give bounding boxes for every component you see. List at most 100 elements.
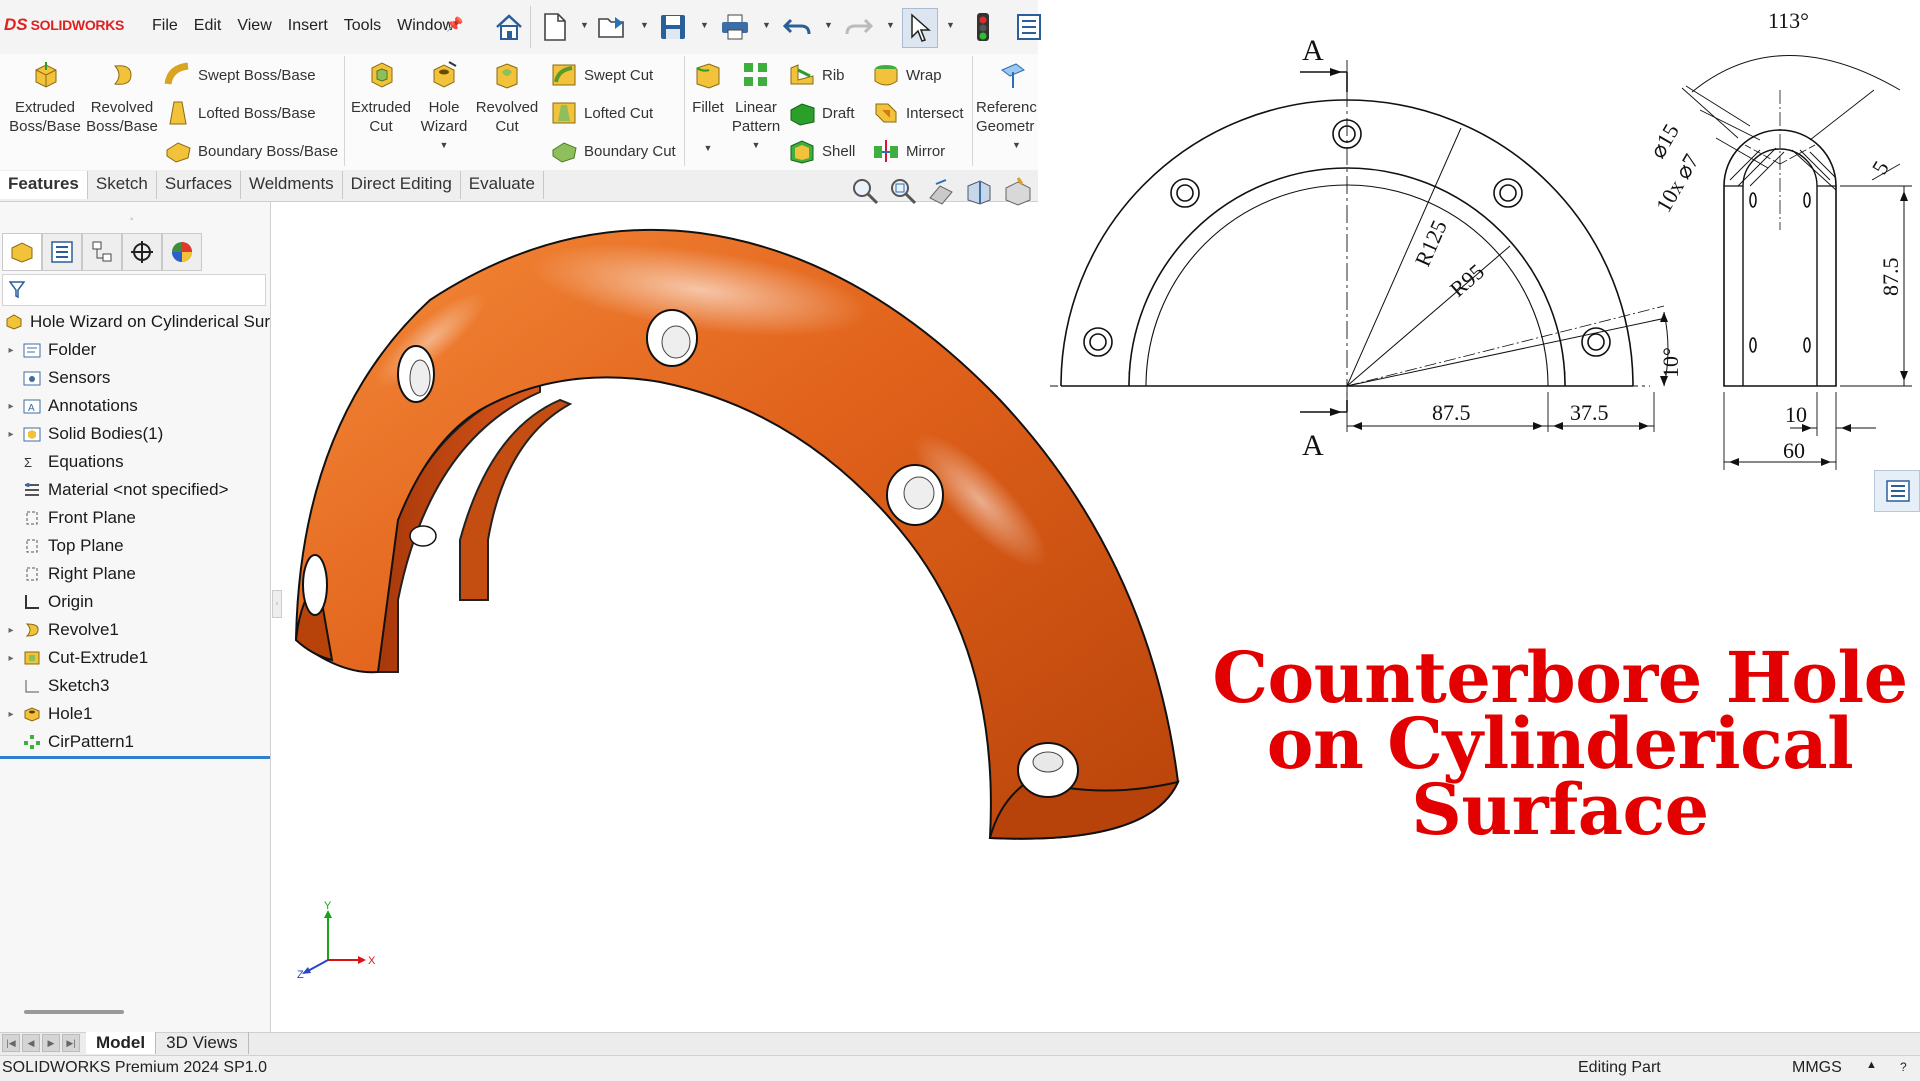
tab-model[interactable]: Model — [86, 1032, 157, 1054]
tree-item[interactable]: ▸ A Annotations — [0, 392, 270, 420]
tree-item[interactable]: Material <not specified> — [0, 476, 270, 504]
tab-3d-views[interactable]: 3D Views — [156, 1032, 249, 1054]
extruded-boss-button[interactable]: Extruded Boss/Base — [6, 60, 84, 136]
next-tab-icon[interactable]: ▶ — [42, 1034, 60, 1052]
tree-item[interactable]: Sketch3 — [0, 672, 270, 700]
last-tab-icon[interactable]: ▶| — [62, 1034, 80, 1052]
feature-manager-tab-icon[interactable] — [2, 233, 42, 271]
previous-view-icon[interactable] — [926, 176, 958, 208]
open-folder-icon[interactable] — [596, 8, 630, 46]
hole-wizard-button[interactable]: Hole Wizard ▼ — [414, 60, 474, 155]
menu-tools[interactable]: Tools — [336, 17, 389, 35]
tab-features[interactable]: Features — [0, 171, 88, 199]
menu-file[interactable]: File — [144, 17, 186, 35]
chevron-down-icon[interactable]: ▼ — [640, 20, 649, 30]
zoom-to-fit-icon[interactable] — [850, 176, 882, 208]
panel-grip-icon[interactable]: ◦ — [130, 214, 134, 225]
tab-direct-editing[interactable]: Direct Editing — [343, 171, 461, 199]
chevron-down-icon[interactable]: ▼ — [762, 20, 771, 30]
lofted-cut-button[interactable]: Lofted Cut — [550, 100, 653, 126]
zoom-to-area-icon[interactable] — [888, 176, 920, 208]
wrap-button[interactable]: Wrap — [872, 62, 942, 88]
chevron-down-icon[interactable]: ▼ — [686, 139, 730, 158]
swept-boss-button[interactable]: Swept Boss/Base — [164, 62, 316, 88]
tree-item[interactable]: ▸ Solid Bodies(1) — [0, 420, 270, 448]
tree-item[interactable]: Origin — [0, 588, 270, 616]
save-icon[interactable] — [656, 8, 690, 46]
task-pane-button[interactable] — [1874, 470, 1920, 512]
new-document-icon[interactable] — [538, 8, 572, 46]
tree-item[interactable]: Right Plane — [0, 560, 270, 588]
help-icon[interactable]: ? — [1900, 1060, 1907, 1074]
chevron-down-icon[interactable]: ▼ — [580, 20, 589, 30]
redo-icon[interactable] — [842, 8, 876, 46]
draft-button[interactable]: Draft — [788, 100, 855, 126]
reference-geometry-button[interactable]: Referenc Geometr ▼ — [976, 60, 1038, 155]
rebuild-traffic-light-icon[interactable] — [966, 8, 1000, 46]
chevron-down-icon[interactable]: ▼ — [414, 136, 474, 155]
expand-arrow-icon[interactable]: ▸ — [0, 625, 22, 636]
undo-icon[interactable] — [780, 8, 814, 46]
mirror-button[interactable]: Mirror — [872, 138, 945, 164]
tree-item[interactable]: CirPattern1 — [0, 728, 270, 756]
chevron-down-icon[interactable]: ▼ — [730, 136, 782, 155]
first-tab-icon[interactable]: |◀ — [2, 1034, 20, 1052]
tab-evaluate[interactable]: Evaluate — [461, 171, 544, 199]
expand-arrow-icon[interactable]: ▸ — [0, 401, 22, 412]
expand-arrow-icon[interactable]: ▸ — [0, 429, 22, 440]
rib-button[interactable]: Rib — [788, 62, 845, 88]
boundary-cut-button[interactable]: Boundary Cut — [550, 138, 676, 164]
tree-root-part[interactable]: Hole Wizard on Cylinderical Sur — [0, 308, 270, 336]
lofted-boss-button[interactable]: Lofted Boss/Base — [164, 100, 316, 126]
tab-weldments[interactable]: Weldments — [241, 171, 343, 199]
chevron-down-icon[interactable]: ▼ — [946, 20, 955, 30]
solidworks-logo[interactable]: DS SOLIDWORKS — [4, 14, 124, 36]
print-icon[interactable] — [718, 8, 752, 46]
tree-item[interactable]: ▸ Cut-Extrude1 — [0, 644, 270, 672]
tab-surfaces[interactable]: Surfaces — [157, 171, 241, 199]
chevron-down-icon[interactable]: ▼ — [824, 20, 833, 30]
view-orientation-icon[interactable] — [1002, 176, 1034, 208]
options-list-icon[interactable] — [1012, 8, 1046, 46]
home-icon[interactable] — [492, 8, 526, 46]
tree-item[interactable]: Front Plane — [0, 504, 270, 532]
units-menu-caret-icon[interactable]: ▲ — [1866, 1059, 1877, 1071]
linear-pattern-button[interactable]: Linear Pattern ▼ — [730, 60, 782, 155]
tree-item[interactable]: Σ Equations — [0, 448, 270, 476]
tree-filter-box[interactable] — [2, 274, 266, 306]
chevron-down-icon[interactable]: ▼ — [700, 20, 709, 30]
menu-view[interactable]: View — [229, 17, 279, 35]
chevron-down-icon[interactable]: ▼ — [886, 20, 895, 30]
shell-button[interactable]: Shell — [788, 138, 855, 164]
tree-item[interactable]: Top Plane — [0, 532, 270, 560]
menu-insert[interactable]: Insert — [280, 17, 336, 35]
tree-item[interactable]: ▸ Revolve1 — [0, 616, 270, 644]
boundary-boss-button[interactable]: Boundary Boss/Base — [164, 138, 338, 164]
expand-arrow-icon[interactable]: ▸ — [0, 653, 22, 664]
expand-arrow-icon[interactable]: ▸ — [0, 345, 22, 356]
property-manager-tab-icon[interactable] — [42, 233, 82, 271]
tab-sketch[interactable]: Sketch — [88, 171, 157, 199]
section-view-icon[interactable] — [964, 176, 996, 208]
chevron-down-icon[interactable]: ▼ — [1012, 136, 1038, 155]
menu-edit[interactable]: Edit — [186, 17, 230, 35]
fillet-button[interactable]: Fillet ▼ — [686, 60, 730, 158]
revolved-boss-button[interactable]: Revolved Boss/Base — [84, 60, 160, 136]
pin-menu-icon[interactable]: 📌 — [446, 16, 463, 33]
expand-arrow-icon[interactable]: ▸ — [0, 709, 22, 720]
intersect-button[interactable]: Intersect — [872, 100, 964, 126]
panel-horizontal-scrollbar[interactable] — [24, 1010, 124, 1014]
swept-cut-button[interactable]: Swept Cut — [550, 62, 653, 88]
tree-item[interactable]: ▸ Hole1 — [0, 700, 270, 728]
tree-item[interactable]: Sensors — [0, 364, 270, 392]
status-units[interactable]: MMGS — [1792, 1059, 1842, 1077]
rollback-bar[interactable] — [0, 756, 270, 759]
display-manager-tab-icon[interactable] — [162, 233, 202, 271]
select-cursor-icon[interactable] — [902, 8, 938, 48]
tree-item[interactable]: ▸ Folder — [0, 336, 270, 364]
dimxpert-manager-tab-icon[interactable] — [122, 233, 162, 271]
prev-tab-icon[interactable]: ◀ — [22, 1034, 40, 1052]
configuration-manager-tab-icon[interactable] — [82, 233, 122, 271]
extruded-cut-button[interactable]: Extruded Cut — [348, 60, 414, 136]
revolved-cut-button[interactable]: Revolved Cut — [474, 60, 540, 136]
